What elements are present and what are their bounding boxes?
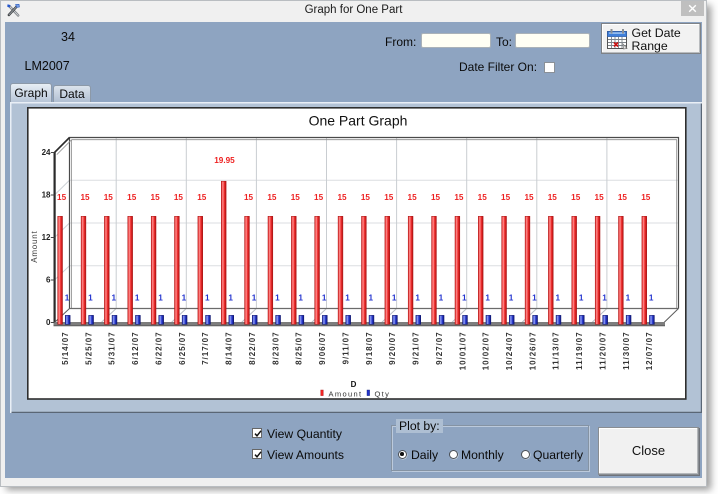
svg-text:5/31/07: 5/31/07 xyxy=(108,332,117,365)
svg-text:15: 15 xyxy=(384,193,394,202)
svg-text:15: 15 xyxy=(361,193,371,202)
svg-text:1: 1 xyxy=(205,293,210,302)
svg-text:9/21/07: 9/21/07 xyxy=(412,332,421,365)
svg-text:10/02/07: 10/02/07 xyxy=(482,331,491,370)
svg-text:24: 24 xyxy=(42,148,51,157)
svg-text:11/20/07: 11/20/07 xyxy=(599,332,608,370)
svg-text:7/17/07: 7/17/07 xyxy=(201,332,210,365)
svg-text:9/20/07: 9/20/07 xyxy=(388,332,397,365)
svg-text:15: 15 xyxy=(174,193,184,202)
svg-text:9/06/07: 9/06/07 xyxy=(318,332,327,365)
svg-text:1: 1 xyxy=(556,293,561,302)
svg-text:9/11/07: 9/11/07 xyxy=(341,332,350,365)
svg-text:15: 15 xyxy=(151,193,161,202)
svg-text:15: 15 xyxy=(431,193,441,202)
svg-text:19.95: 19.95 xyxy=(214,156,235,165)
svg-text:1: 1 xyxy=(345,293,350,302)
svg-text:Amount: Amount xyxy=(329,390,363,399)
svg-text:15: 15 xyxy=(454,193,464,202)
svg-text:5/14/07: 5/14/07 xyxy=(61,332,70,365)
svg-text:15: 15 xyxy=(524,193,534,202)
svg-text:1: 1 xyxy=(112,293,117,302)
svg-text:18: 18 xyxy=(42,190,51,199)
svg-text:15: 15 xyxy=(244,193,254,202)
svg-text:1: 1 xyxy=(415,293,420,302)
svg-text:1: 1 xyxy=(158,293,163,302)
svg-text:0: 0 xyxy=(46,318,51,327)
svg-text:12: 12 xyxy=(42,233,51,242)
svg-text:8/25/07: 8/25/07 xyxy=(295,332,304,365)
svg-text:15: 15 xyxy=(337,193,347,202)
svg-text:8/14/07: 8/14/07 xyxy=(225,332,234,365)
svg-text:15: 15 xyxy=(314,193,324,202)
svg-text:15: 15 xyxy=(291,193,301,202)
svg-text:1: 1 xyxy=(532,293,537,302)
svg-text:1: 1 xyxy=(65,293,70,302)
svg-text:12/07/07: 12/07/07 xyxy=(645,332,654,371)
svg-text:9/27/07: 9/27/07 xyxy=(435,332,444,365)
svg-text:Qty: Qty xyxy=(375,390,391,399)
svg-text:6/25/07: 6/25/07 xyxy=(178,332,187,365)
svg-text:6/12/07: 6/12/07 xyxy=(131,332,140,365)
svg-text:15: 15 xyxy=(571,193,581,202)
svg-text:15: 15 xyxy=(197,193,207,202)
svg-text:6: 6 xyxy=(46,275,51,284)
svg-text:One Part Graph: One Part Graph xyxy=(309,113,408,129)
svg-text:8/22/07: 8/22/07 xyxy=(248,332,257,365)
svg-text:15: 15 xyxy=(641,193,651,202)
svg-text:15: 15 xyxy=(80,193,90,202)
svg-text:15: 15 xyxy=(548,193,558,202)
svg-text:1: 1 xyxy=(369,293,374,302)
svg-text:11/30/07: 11/30/07 xyxy=(622,332,631,370)
svg-text:1: 1 xyxy=(392,293,397,302)
svg-text:1: 1 xyxy=(462,293,467,302)
svg-text:11/13/07: 11/13/07 xyxy=(552,332,561,370)
svg-text:15: 15 xyxy=(478,193,488,202)
svg-text:15: 15 xyxy=(57,193,67,202)
svg-text:15: 15 xyxy=(618,193,628,202)
svg-text:15: 15 xyxy=(595,193,605,202)
svg-text:10/24/07: 10/24/07 xyxy=(505,332,514,371)
svg-text:1: 1 xyxy=(88,293,93,302)
svg-text:1: 1 xyxy=(298,293,303,302)
svg-text:1: 1 xyxy=(135,293,140,302)
svg-text:9/18/07: 9/18/07 xyxy=(365,332,374,365)
svg-text:1: 1 xyxy=(626,293,631,302)
svg-text:5/25/07: 5/25/07 xyxy=(84,332,93,365)
svg-text:15: 15 xyxy=(267,193,277,202)
svg-text:1: 1 xyxy=(439,293,444,302)
svg-text:15: 15 xyxy=(408,193,418,202)
svg-text:10/01/07: 10/01/07 xyxy=(458,332,467,371)
svg-text:11/19/07: 11/19/07 xyxy=(575,332,584,370)
svg-text:1: 1 xyxy=(182,293,187,302)
svg-text:8/23/07: 8/23/07 xyxy=(271,332,280,365)
svg-text:1: 1 xyxy=(275,293,280,302)
svg-text:1: 1 xyxy=(252,293,257,302)
svg-text:1: 1 xyxy=(509,293,514,302)
svg-text:15: 15 xyxy=(127,193,137,202)
svg-text:6/22/07: 6/22/07 xyxy=(155,332,164,365)
svg-text:1: 1 xyxy=(322,293,327,302)
svg-text:1: 1 xyxy=(602,293,607,302)
svg-text:Amount: Amount xyxy=(30,230,39,262)
svg-text:10/26/07: 10/26/07 xyxy=(528,332,537,371)
svg-text:15: 15 xyxy=(104,193,114,202)
svg-text:1: 1 xyxy=(579,293,584,302)
svg-text:15: 15 xyxy=(501,193,511,202)
svg-text:1: 1 xyxy=(485,293,490,302)
svg-text:1: 1 xyxy=(649,293,654,302)
svg-text:1: 1 xyxy=(228,293,233,302)
svg-text:D: D xyxy=(351,380,357,389)
